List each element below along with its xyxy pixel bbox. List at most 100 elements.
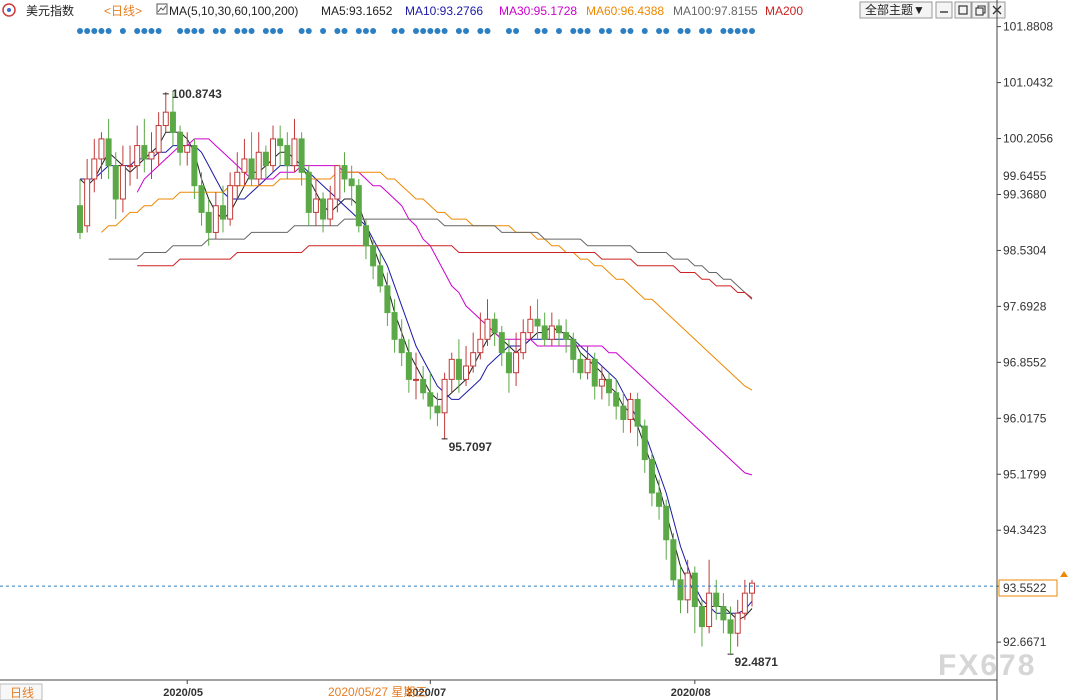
candle-body[interactable]: [534, 318, 541, 327]
event-marker[interactable]: [248, 28, 255, 34]
event-marker[interactable]: [734, 28, 741, 34]
candle-body[interactable]: [641, 425, 648, 461]
candle-body[interactable]: [698, 606, 705, 628]
candle-body[interactable]: [205, 211, 212, 233]
candle-body[interactable]: [127, 165, 134, 168]
price-alert-icon[interactable]: [1060, 570, 1068, 577]
candle-body[interactable]: [591, 358, 598, 387]
candle-body[interactable]: [191, 145, 198, 187]
candle-body[interactable]: [284, 145, 291, 167]
candle-body[interactable]: [734, 612, 741, 634]
candle-body[interactable]: [513, 352, 520, 374]
event-marker[interactable]: [513, 28, 520, 34]
event-marker[interactable]: [262, 28, 269, 34]
candle-body[interactable]: [184, 145, 191, 153]
event-marker[interactable]: [577, 28, 584, 34]
candle-body[interactable]: [234, 171, 241, 187]
candle-body[interactable]: [212, 205, 219, 233]
candle-body[interactable]: [348, 178, 355, 187]
candle-body[interactable]: [162, 111, 169, 127]
event-marker[interactable]: [270, 28, 277, 34]
candle-body[interactable]: [584, 358, 591, 374]
event-marker[interactable]: [91, 28, 98, 34]
candle-body[interactable]: [577, 358, 584, 374]
event-marker[interactable]: [234, 28, 241, 34]
candle-body[interactable]: [141, 145, 148, 160]
event-marker[interactable]: [463, 28, 470, 34]
event-marker[interactable]: [184, 28, 191, 34]
candle-body[interactable]: [555, 325, 562, 334]
candle-body[interactable]: [691, 572, 698, 608]
candle-body[interactable]: [77, 205, 83, 233]
candlesticks[interactable]: [77, 92, 755, 655]
candle-body[interactable]: [91, 158, 98, 180]
event-marker[interactable]: [141, 28, 148, 34]
event-marker[interactable]: [77, 28, 83, 34]
candle-body[interactable]: [656, 492, 663, 507]
candle-body[interactable]: [627, 398, 634, 420]
candle-body[interactable]: [334, 165, 341, 200]
event-marker[interactable]: [477, 28, 484, 34]
candle-body[interactable]: [270, 138, 277, 167]
event-marker[interactable]: [341, 28, 348, 34]
candle-body[interactable]: [398, 338, 405, 354]
event-marker-row[interactable]: [77, 28, 755, 34]
candle-body[interactable]: [420, 378, 427, 394]
event-marker[interactable]: [119, 28, 126, 34]
event-marker[interactable]: [427, 28, 434, 34]
candle-body[interactable]: [177, 131, 184, 153]
event-marker[interactable]: [677, 28, 684, 34]
candle-body[interactable]: [155, 125, 162, 153]
event-marker[interactable]: [455, 28, 462, 34]
event-marker[interactable]: [305, 28, 312, 34]
candle-body[interactable]: [505, 352, 512, 374]
candle-body[interactable]: [570, 338, 577, 360]
candle-body[interactable]: [563, 332, 570, 340]
candle-body[interactable]: [277, 138, 284, 147]
event-marker[interactable]: [484, 28, 491, 34]
event-marker[interactable]: [555, 28, 562, 34]
restore-button[interactable]: [971, 1, 989, 19]
event-marker[interactable]: [391, 28, 398, 34]
candle-body[interactable]: [112, 165, 119, 200]
event-marker[interactable]: [684, 28, 691, 34]
candle-body[interactable]: [613, 392, 620, 407]
candle-body[interactable]: [470, 352, 477, 367]
candle-body[interactable]: [598, 378, 605, 387]
candle-body[interactable]: [298, 138, 305, 173]
candle-body[interactable]: [98, 138, 105, 160]
candle-body[interactable]: [169, 111, 176, 133]
candle-body[interactable]: [255, 151, 262, 180]
candle-body[interactable]: [463, 365, 470, 380]
candle-body[interactable]: [198, 185, 205, 213]
candle-body[interactable]: [413, 378, 419, 381]
candle-body[interactable]: [119, 165, 126, 200]
candle-body[interactable]: [498, 332, 505, 354]
event-marker[interactable]: [434, 28, 441, 34]
candle-body[interactable]: [749, 582, 755, 594]
candle-body[interactable]: [105, 138, 112, 167]
event-marker[interactable]: [241, 28, 248, 34]
minimize-button[interactable]: [935, 1, 953, 19]
candle-body[interactable]: [663, 505, 670, 541]
candle-body[interactable]: [477, 338, 484, 354]
event-marker[interactable]: [641, 28, 648, 34]
period-label[interactable]: <日线>: [104, 4, 142, 18]
event-marker[interactable]: [84, 28, 91, 34]
event-marker[interactable]: [212, 28, 219, 34]
event-marker[interactable]: [355, 28, 362, 34]
event-marker[interactable]: [219, 28, 226, 34]
candle-body[interactable]: [248, 158, 255, 180]
event-marker[interactable]: [398, 28, 405, 34]
candle-body[interactable]: [720, 606, 727, 621]
event-marker[interactable]: [627, 28, 634, 34]
event-marker[interactable]: [177, 28, 184, 34]
candle-body[interactable]: [84, 178, 91, 227]
candle-body[interactable]: [620, 405, 627, 420]
event-marker[interactable]: [534, 28, 541, 34]
event-marker[interactable]: [620, 28, 627, 34]
chart-canvas[interactable]: 美元指数 <日线> MA(5,10,30,60,100,200) MA5:93.…: [0, 0, 1069, 700]
event-marker[interactable]: [656, 28, 663, 34]
candle-body[interactable]: [606, 378, 613, 394]
event-marker[interactable]: [749, 28, 755, 34]
